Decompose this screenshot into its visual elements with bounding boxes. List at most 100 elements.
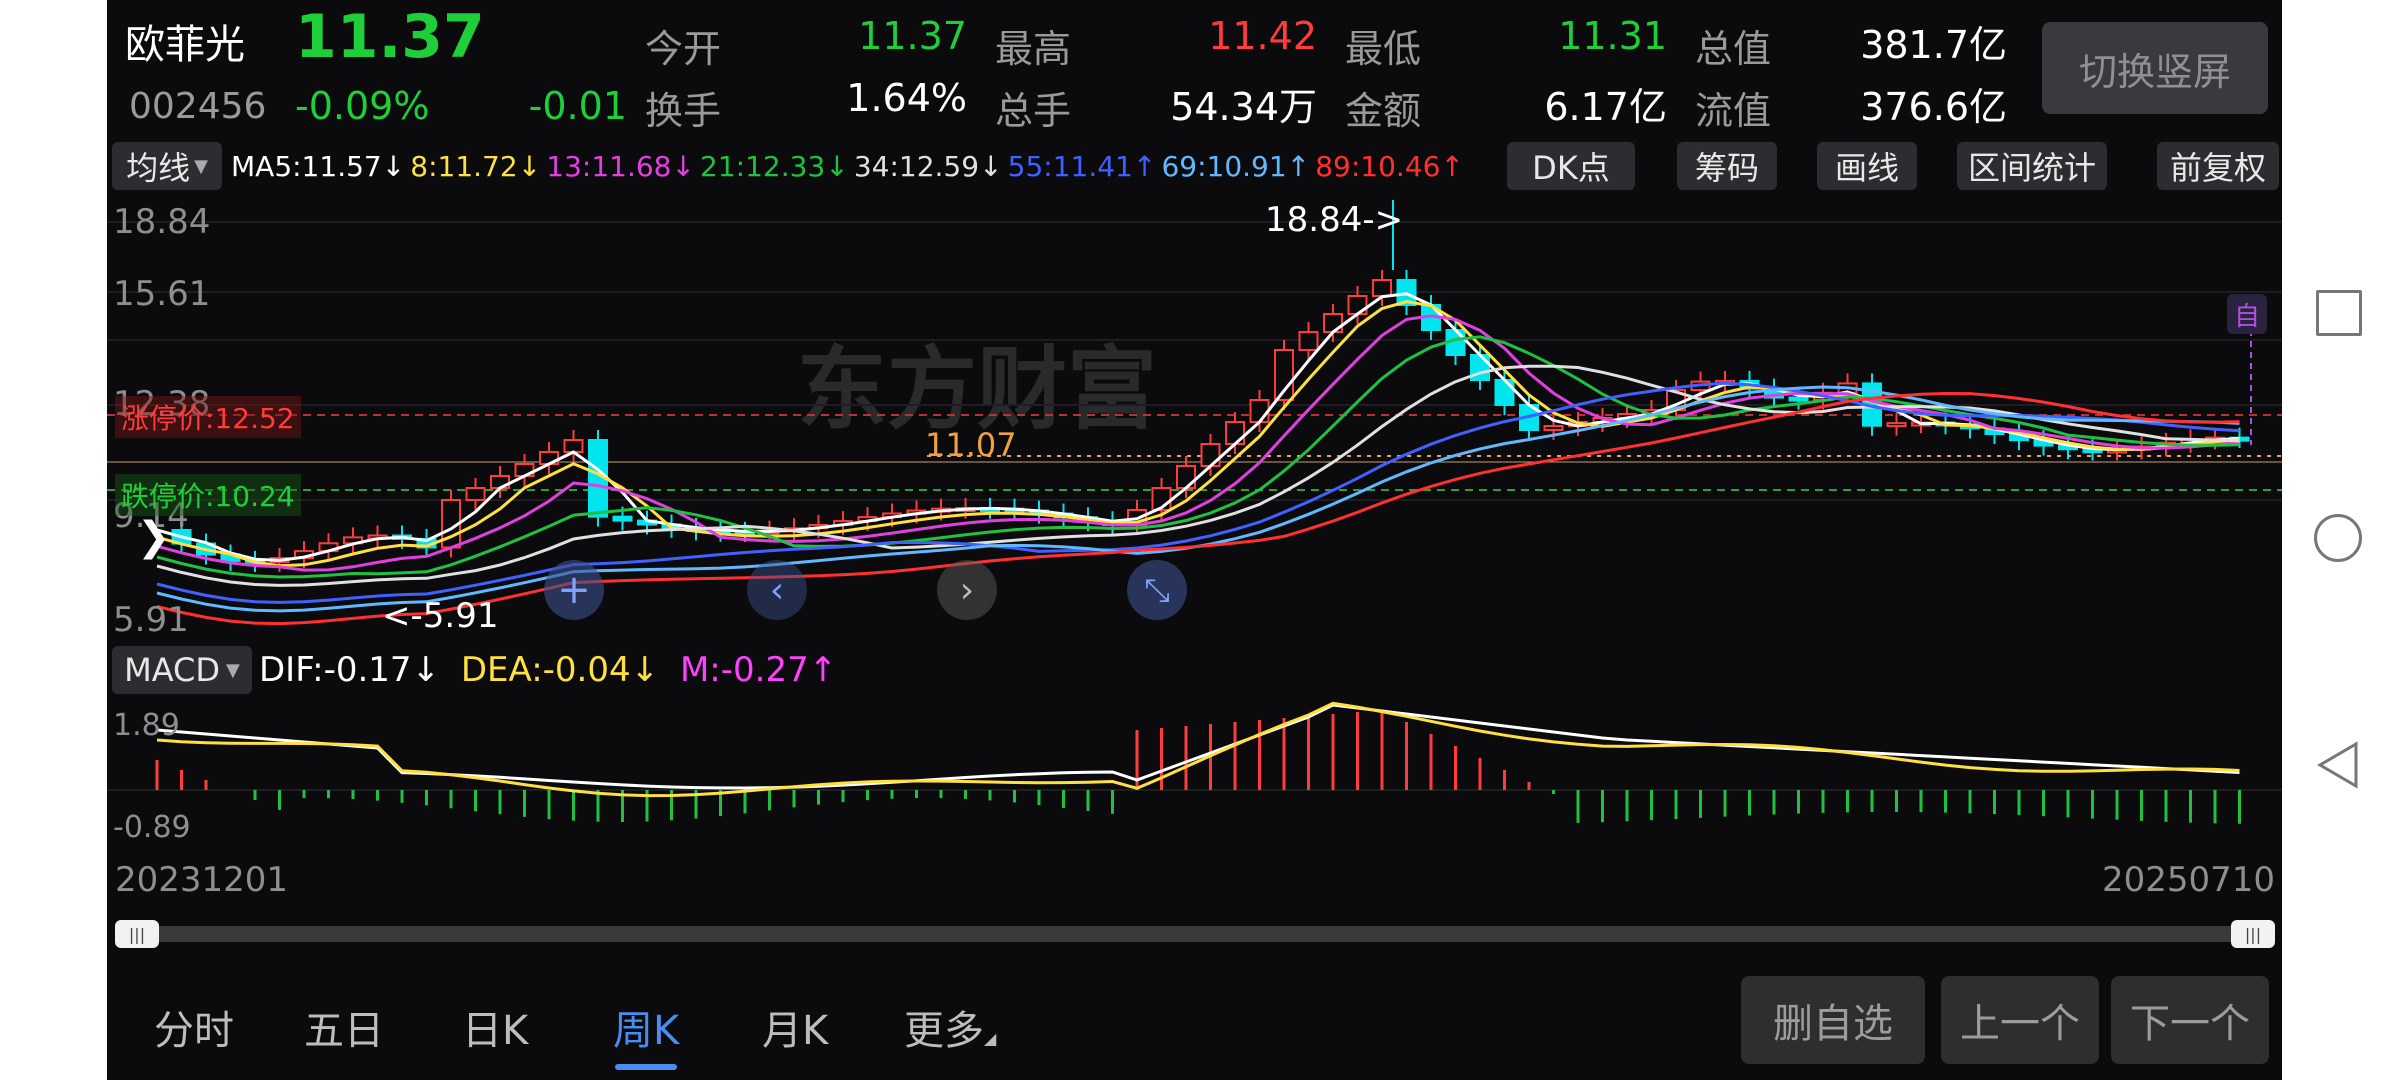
stock-chart-screen: 欧菲光 11.37 002456 -0.09% -0.01 今开 11.37 最… bbox=[107, 0, 2282, 1080]
tab-more[interactable]: 更多◢ bbox=[904, 998, 996, 1056]
stock-price: 11.37 bbox=[295, 2, 485, 72]
remove-watchlist-button[interactable]: 删自选 bbox=[1741, 976, 1925, 1064]
y-axis-label: 18.84 bbox=[113, 202, 211, 242]
candle-body bbox=[1788, 396, 1809, 402]
stat-label-total-value: 总值 bbox=[1695, 27, 1772, 71]
home-icon[interactable] bbox=[2314, 514, 2362, 562]
dif-value: DIF:-0.17 bbox=[259, 650, 412, 690]
candle-body bbox=[1298, 331, 1319, 351]
stat-label-open: 今开 bbox=[645, 27, 722, 71]
stat-value-volume: 54.34万 bbox=[1170, 85, 1317, 129]
candle-body bbox=[1225, 421, 1245, 445]
candle-body bbox=[563, 439, 584, 453]
macd-legend: DIF:-0.17↓ DEA:-0.04↓ M:-0.27↑ bbox=[259, 650, 838, 690]
left-system-bar bbox=[0, 0, 107, 1080]
candle-body bbox=[1176, 465, 1196, 489]
candle-body bbox=[465, 487, 486, 501]
stat-label-turnover: 换手 bbox=[645, 89, 722, 133]
ma-legend: MA5:11.57↓ 8:11.72↓ 13:11.68↓ 21:12.33↓ … bbox=[231, 150, 1464, 183]
dk-point-label: DK点 bbox=[1532, 149, 1610, 187]
stat-value-amount: 6.17亿 bbox=[1544, 85, 1667, 129]
candle-body bbox=[1323, 313, 1343, 333]
m-value: M:-0.27 bbox=[679, 650, 809, 690]
ma-item: 89:10.46↑ bbox=[1315, 150, 1464, 183]
limit-up-label: 涨停价:12.52 bbox=[115, 396, 301, 438]
macd-chart[interactable] bbox=[107, 700, 2282, 848]
range-handle-left[interactable]: ||| bbox=[115, 920, 159, 948]
tab-intraday[interactable]: 分时 bbox=[154, 998, 234, 1056]
indicator-select-label: 均线 bbox=[126, 149, 191, 187]
scroll-right-icon[interactable]: › bbox=[937, 560, 997, 620]
recent-apps-icon[interactable] bbox=[2316, 290, 2362, 336]
reset-zoom-icon[interactable]: ⤡ bbox=[1127, 560, 1187, 620]
zoom-in-icon[interactable]: + bbox=[544, 560, 604, 620]
range-slider-track[interactable] bbox=[115, 926, 2275, 942]
chevron-down-icon: ▼ bbox=[194, 155, 208, 177]
ma-item: 21:12.33↓ bbox=[700, 150, 849, 183]
tab-more-label: 更多 bbox=[904, 1008, 984, 1054]
range-handle-right[interactable]: ||| bbox=[2231, 920, 2275, 948]
macd-y-top: 1.89 bbox=[113, 708, 180, 743]
self-select-badge[interactable]: 自 bbox=[2227, 294, 2267, 334]
active-tab-indicator bbox=[615, 1064, 677, 1070]
switch-portrait-button[interactable]: 切换竖屏 bbox=[2042, 22, 2268, 114]
stat-value-low: 11.31 bbox=[1558, 14, 1667, 58]
moving-average-line bbox=[156, 300, 2240, 568]
dea-value: DEA:-0.04 bbox=[460, 650, 631, 690]
change-percent: -0.09% bbox=[295, 84, 430, 128]
ma-item: 69:10.91↑ bbox=[1161, 150, 1311, 183]
limit-down-label: 跌停价:10.24 bbox=[115, 474, 301, 516]
stat-label-float-value: 流值 bbox=[1695, 89, 1772, 133]
candle-body bbox=[1200, 443, 1221, 467]
ma-item: 55:11.41↑ bbox=[1007, 150, 1157, 183]
change-amount: -0.01 bbox=[528, 84, 627, 128]
date-end: 20250710 bbox=[2102, 860, 2276, 900]
adjust-price-button[interactable]: 前复权 bbox=[2157, 142, 2279, 190]
candlestick-chart[interactable]: 东方财富 bbox=[107, 200, 2282, 640]
candle-body bbox=[612, 515, 633, 522]
draw-line-button[interactable]: 画线 bbox=[1817, 142, 1917, 190]
indicator-select[interactable]: 均线 ▼ bbox=[112, 142, 222, 190]
stat-label-low: 最低 bbox=[1345, 27, 1422, 71]
candle-body bbox=[1886, 422, 1907, 428]
stat-value-float-value: 376.6亿 bbox=[1860, 85, 2007, 129]
y-axis-label: 15.61 bbox=[113, 274, 211, 314]
macd-select[interactable]: MACD ▼ bbox=[112, 646, 252, 694]
corner-arrow-icon: ◢ bbox=[984, 1029, 997, 1048]
high-marker: 18.84-> bbox=[1265, 200, 1404, 240]
macd-y-bottom: -0.89 bbox=[113, 810, 191, 845]
candle-body bbox=[1543, 425, 1564, 431]
date-start: 20231201 bbox=[115, 860, 289, 900]
stat-value-high: 11.42 bbox=[1208, 14, 1317, 58]
chip-button[interactable]: 筹码 bbox=[1677, 142, 1777, 190]
previous-stock-button[interactable]: 上一个 bbox=[1941, 976, 2099, 1064]
y-axis-label: 5.91 bbox=[113, 600, 189, 640]
stock-name: 欧菲光 bbox=[125, 22, 245, 68]
tab-monthly-k[interactable]: 月K bbox=[762, 998, 828, 1056]
tab-daily-k[interactable]: 日K bbox=[462, 998, 528, 1056]
stat-label-high: 最高 bbox=[995, 27, 1072, 71]
system-nav-bar bbox=[2282, 0, 2400, 1080]
next-stock-button[interactable]: 下一个 bbox=[2111, 976, 2269, 1064]
stock-code: 002456 bbox=[129, 86, 267, 127]
stat-label-volume: 总手 bbox=[995, 89, 1072, 133]
moving-average-line bbox=[156, 314, 2240, 572]
expand-left-icon[interactable]: ❯ bbox=[137, 514, 171, 560]
tab-weekly-k[interactable]: 周K bbox=[613, 998, 679, 1056]
back-icon[interactable] bbox=[2314, 740, 2360, 790]
tab-five-day[interactable]: 五日 bbox=[304, 998, 384, 1056]
scroll-left-icon[interactable]: ‹ bbox=[747, 560, 807, 620]
stat-value-turnover: 1.64% bbox=[846, 76, 967, 120]
ma-item: 34:12.59↓ bbox=[853, 150, 1003, 183]
stat-value-total-value: 381.7亿 bbox=[1860, 23, 2007, 67]
ma-item: 8:11.72↓ bbox=[410, 150, 542, 183]
dk-point-button[interactable]: DK点 bbox=[1507, 142, 1635, 190]
moving-average-line bbox=[156, 391, 2240, 626]
candle-body bbox=[1249, 399, 1270, 423]
stat-value-open: 11.37 bbox=[858, 14, 967, 58]
stat-label-amount: 金额 bbox=[1345, 89, 1422, 133]
candle-body bbox=[1372, 279, 1392, 297]
moving-average-line bbox=[156, 292, 2240, 562]
candle-body bbox=[1494, 379, 1515, 406]
interval-stats-button[interactable]: 区间统计 bbox=[1957, 142, 2107, 190]
